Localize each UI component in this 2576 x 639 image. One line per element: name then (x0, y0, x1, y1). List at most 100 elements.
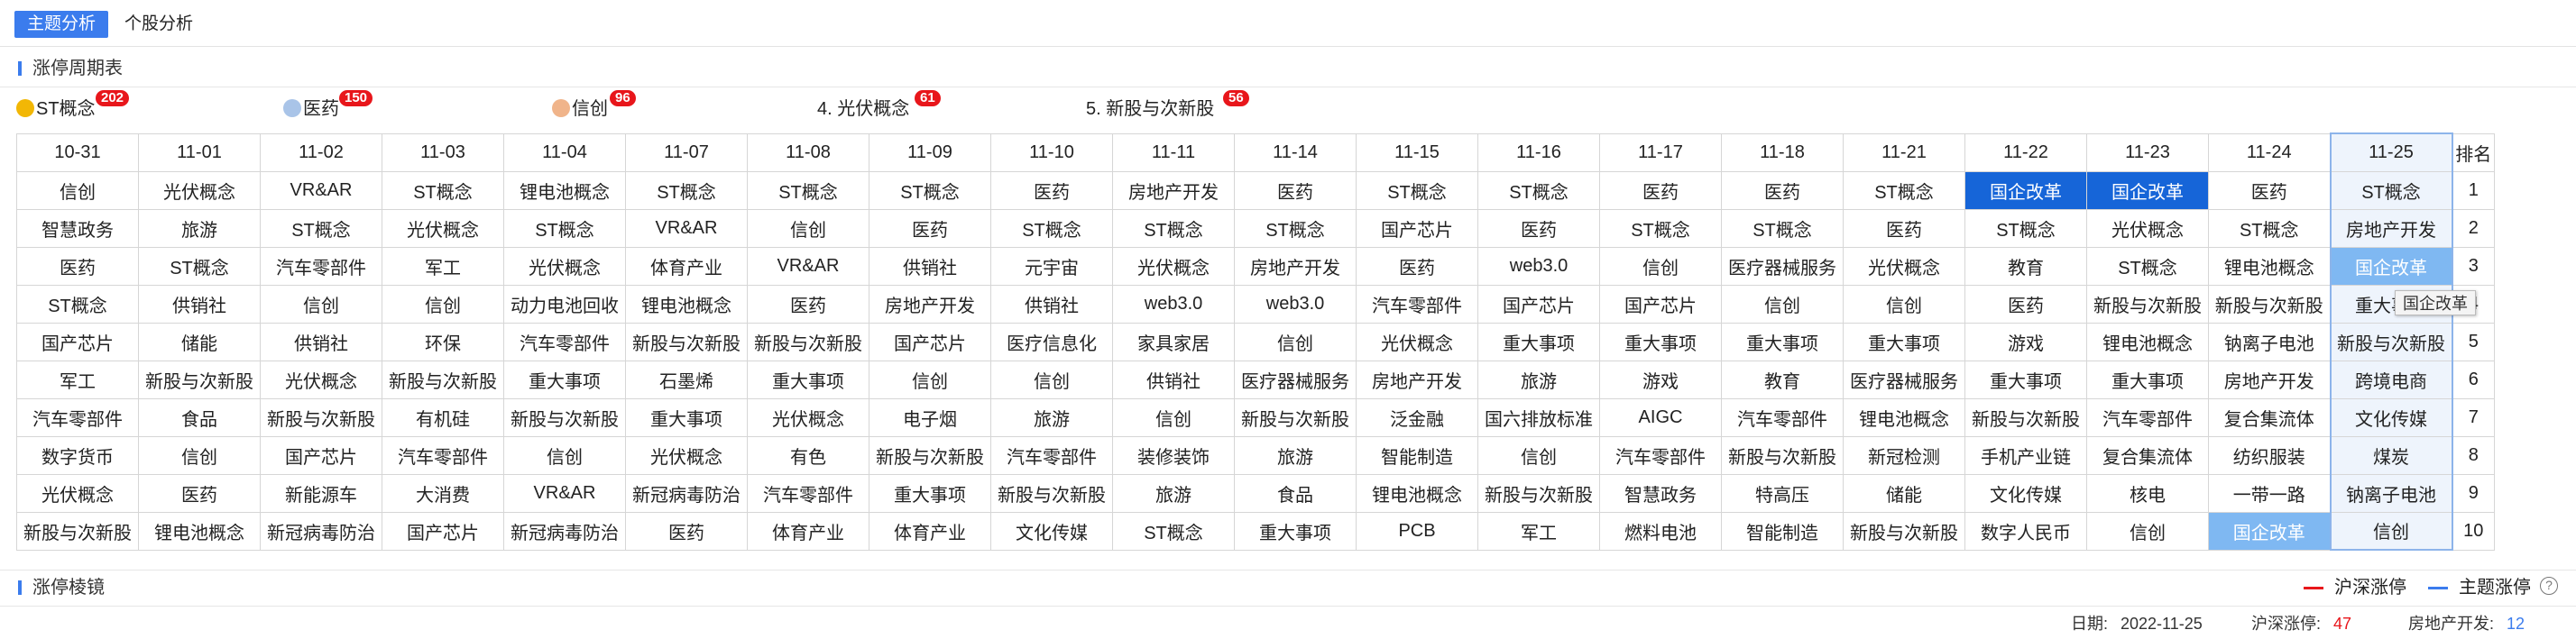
theme-cell[interactable]: 智能制造 (1356, 435, 1478, 475)
theme-cell[interactable]: 新股与次新股 (260, 397, 382, 437)
theme-cell[interactable]: 医药 (1599, 170, 1722, 210)
legend-item-1[interactable]: ST概念 202 (16, 90, 143, 132)
theme-cell[interactable]: 元宇宙 (990, 246, 1113, 286)
theme-cell[interactable]: 装修装饰 (1112, 435, 1235, 475)
theme-cell[interactable]: VR&AR (625, 208, 748, 248)
theme-cell[interactable]: 国产芯片 (1477, 284, 1600, 324)
theme-cell[interactable]: 供销社 (869, 246, 991, 286)
theme-cell[interactable]: 重大事项 (2086, 360, 2209, 399)
tab-theme-analysis[interactable]: 主题分析 (14, 11, 109, 38)
theme-cell[interactable]: PCB (1356, 511, 1478, 551)
theme-cell[interactable]: 储能 (138, 322, 261, 361)
theme-cell[interactable]: 汽车零部件 (990, 435, 1113, 475)
theme-cell[interactable]: 房地产开发 (2329, 208, 2453, 248)
theme-cell[interactable]: ST概念 (260, 208, 382, 248)
theme-cell[interactable]: 跨境电商 (2329, 360, 2453, 399)
theme-cell[interactable]: web3.0 (1477, 246, 1600, 286)
theme-cell[interactable]: web3.0 (1234, 284, 1357, 324)
theme-cell[interactable]: ST概念 (869, 170, 991, 210)
legend-item-4[interactable]: 4. 光伏概念 61 (817, 90, 952, 132)
theme-cell[interactable]: 医药 (138, 473, 261, 513)
legend-item-5[interactable]: 5. 新股与次新股 56 (1086, 90, 1266, 132)
theme-cell[interactable]: 信创 (990, 360, 1113, 399)
theme-cell[interactable]: ST概念 (1843, 170, 1965, 210)
theme-cell[interactable]: VR&AR (503, 473, 626, 513)
theme-cell[interactable]: 有机硅 (382, 397, 504, 437)
theme-cell[interactable]: 光伏概念 (260, 360, 382, 399)
theme-cell[interactable]: 新股与次新股 (503, 397, 626, 437)
theme-cell[interactable]: 重大事项 (625, 397, 748, 437)
theme-cell[interactable]: 光伏概念 (1356, 322, 1478, 361)
theme-cell[interactable]: 新股与次新股 (2208, 284, 2331, 324)
question-circle-icon[interactable]: ? (2540, 577, 2558, 595)
theme-cell[interactable]: 信创 (1477, 435, 1600, 475)
theme-cell[interactable]: 医药 (1477, 208, 1600, 248)
theme-cell[interactable]: 重大事项 (1843, 322, 1965, 361)
theme-cell[interactable]: 新股与次新股 (2329, 322, 2453, 361)
theme-cell[interactable]: 军工 (16, 360, 139, 399)
theme-cell[interactable]: 新股与次新股 (1843, 511, 1965, 551)
theme-cell[interactable]: 石墨烯 (625, 360, 748, 399)
theme-cell[interactable]: 信创 (1721, 284, 1844, 324)
theme-cell[interactable]: 医药 (16, 246, 139, 286)
theme-cell[interactable]: 光伏概念 (16, 473, 139, 513)
theme-cell[interactable]: 旅游 (1112, 473, 1235, 513)
theme-cell[interactable]: 重大事项 (1599, 322, 1722, 361)
theme-cell[interactable]: ST概念 (2208, 208, 2331, 248)
theme-cell[interactable]: 游戏 (1599, 360, 1722, 399)
theme-cell[interactable]: 游戏 (1964, 322, 2087, 361)
theme-cell[interactable]: 信创 (747, 208, 869, 248)
theme-cell[interactable]: 电子烟 (869, 397, 991, 437)
theme-cell[interactable]: 智能制造 (1721, 511, 1844, 551)
theme-cell[interactable]: 锂电池概念 (2208, 246, 2331, 286)
theme-cell[interactable]: 新股与次新股 (1477, 473, 1600, 513)
theme-cell[interactable]: 大消费 (382, 473, 504, 513)
theme-cell[interactable]: 光伏概念 (625, 435, 748, 475)
theme-cell[interactable]: 国产芯片 (382, 511, 504, 551)
theme-cell[interactable]: 旅游 (1477, 360, 1600, 399)
theme-cell[interactable]: 医药 (1964, 284, 2087, 324)
theme-cell[interactable]: ST概念 (1112, 208, 1235, 248)
theme-cell[interactable]: 体育产业 (625, 246, 748, 286)
theme-cell[interactable]: 医药 (869, 208, 991, 248)
theme-cell[interactable]: ST概念 (1356, 170, 1478, 210)
theme-cell[interactable]: ST概念 (1721, 208, 1844, 248)
theme-cell[interactable]: 医药 (990, 170, 1113, 210)
theme-cell[interactable]: 旅游 (1234, 435, 1357, 475)
theme-cell[interactable]: 新股与次新股 (382, 360, 504, 399)
theme-cell[interactable]: 军工 (382, 246, 504, 286)
theme-cell[interactable]: VR&AR (747, 246, 869, 286)
theme-cell[interactable]: 燃料电池 (1599, 511, 1722, 551)
theme-cell[interactable]: 国企改革 (2208, 511, 2331, 551)
theme-cell[interactable]: 汽车零部件 (1599, 435, 1722, 475)
theme-cell[interactable]: 汽车零部件 (503, 322, 626, 361)
theme-cell[interactable]: 信创 (16, 170, 139, 210)
theme-cell[interactable]: 汽车零部件 (2086, 397, 2209, 437)
theme-cell[interactable]: ST概念 (138, 246, 261, 286)
theme-cell[interactable]: 数字人民币 (1964, 511, 2087, 551)
theme-cell[interactable]: ST概念 (503, 208, 626, 248)
theme-cell[interactable]: 光伏概念 (1843, 246, 1965, 286)
legend-item-2[interactable]: 医药 150 (283, 90, 391, 132)
theme-cell[interactable]: 动力电池回收 (503, 284, 626, 324)
theme-cell[interactable]: 重大事项 (1234, 511, 1357, 551)
theme-cell[interactable]: 医疗器械服务 (1234, 360, 1357, 399)
theme-cell[interactable]: 重大事项 (503, 360, 626, 399)
theme-cell[interactable]: 家具家居 (1112, 322, 1235, 361)
theme-cell[interactable]: 一带一路 (2208, 473, 2331, 513)
theme-cell[interactable]: 教育 (1964, 246, 2087, 286)
theme-cell[interactable]: 钠离子电池 (2329, 473, 2453, 513)
theme-cell[interactable]: 新股与次新股 (2086, 284, 2209, 324)
theme-cell[interactable]: 新股与次新股 (1234, 397, 1357, 437)
theme-cell[interactable]: 汽车零部件 (16, 397, 139, 437)
theme-cell[interactable]: 医药 (747, 284, 869, 324)
theme-cell[interactable]: 新冠检测 (1843, 435, 1965, 475)
theme-cell[interactable]: 医疗信息化 (990, 322, 1113, 361)
theme-cell[interactable]: ST概念 (2086, 246, 2209, 286)
theme-cell[interactable]: 锂电池概念 (2086, 322, 2209, 361)
theme-cell[interactable]: 食品 (138, 397, 261, 437)
theme-cell[interactable]: 数字货币 (16, 435, 139, 475)
theme-cell[interactable]: 环保 (382, 322, 504, 361)
legend-item-3[interactable]: 信创 96 (552, 90, 651, 132)
theme-cell[interactable]: 新股与次新股 (1964, 397, 2087, 437)
